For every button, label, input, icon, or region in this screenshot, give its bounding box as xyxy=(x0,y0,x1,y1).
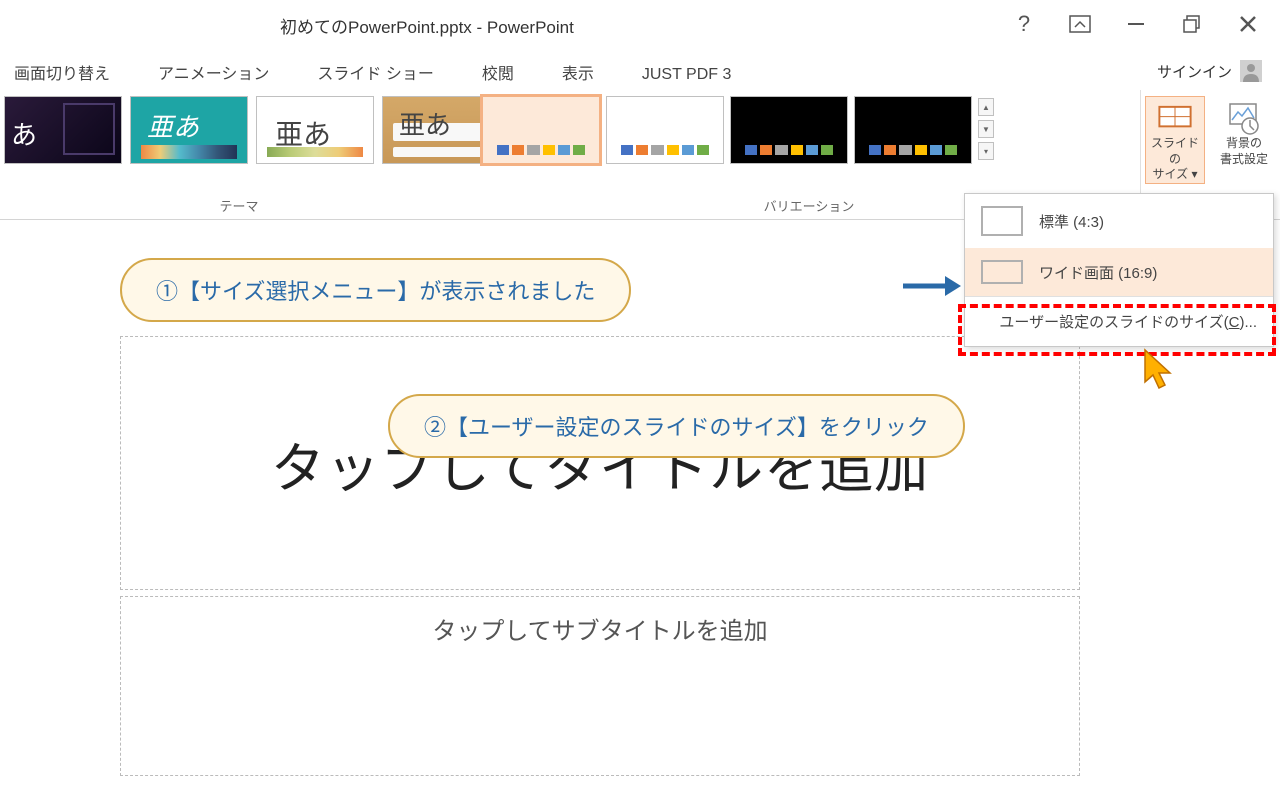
slide-size-button[interactable]: スライドのサイズ ▾ xyxy=(1145,96,1205,184)
minimize-icon[interactable] xyxy=(1124,12,1148,36)
theme-option[interactable]: 亜あ xyxy=(130,96,248,164)
close-icon[interactable] xyxy=(1236,12,1260,36)
slide-size-label: スライドのサイズ ▾ xyxy=(1146,136,1204,183)
app-title: 初めてのPowerPoint.pptx - PowerPoint xyxy=(280,13,574,38)
ribbon-display-options-icon[interactable] xyxy=(1068,12,1092,36)
dropdown-item-wide[interactable]: ワイド画面 (16:9) xyxy=(965,248,1273,296)
slide-size-dropdown: 標準 (4:3) ワイド画面 (16:9) ユーザー設定のスライドのサイズ(C)… xyxy=(964,193,1274,347)
tab-review[interactable]: 校閲 xyxy=(478,54,518,90)
window-controls: ? xyxy=(1012,12,1260,36)
variation-option[interactable] xyxy=(730,96,848,164)
variation-gallery xyxy=(482,96,972,164)
scroll-down-icon[interactable]: ▼ xyxy=(978,120,994,138)
theme-gallery: あ 亜あ 亜あ 亜あ xyxy=(4,96,500,164)
tab-justpdf[interactable]: JUST PDF 3 xyxy=(638,60,736,90)
ribbon-tabs: 画面切り替え アニメーション スライド ショー 校閲 表示 JUST PDF 3 xyxy=(0,50,1280,90)
tab-animation[interactable]: アニメーション xyxy=(154,54,273,90)
dropdown-item-standard[interactable]: 標準 (4:3) xyxy=(965,194,1273,248)
bg-format-label: 背景の書式設定 xyxy=(1220,136,1268,167)
sign-in[interactable]: サインイン xyxy=(1157,60,1262,82)
theme-option[interactable]: あ xyxy=(4,96,122,164)
cursor-pointer-icon xyxy=(1140,348,1180,398)
annotation-arrow-icon xyxy=(903,272,961,300)
restore-icon[interactable] xyxy=(1180,12,1204,36)
group-themes: あ 亜あ 亜あ 亜あ ▲ ▼ ▾ テーマ xyxy=(0,90,478,219)
group-label-themes: テーマ xyxy=(4,192,474,219)
expand-gallery-icon[interactable]: ▾ xyxy=(978,142,994,160)
sign-in-label: サインイン xyxy=(1157,61,1232,82)
help-icon[interactable]: ? xyxy=(1012,12,1036,36)
variation-option[interactable] xyxy=(854,96,972,164)
annotation-callout-1: ①【サイズ選択メニュー】が表示されました xyxy=(120,258,631,322)
callout-text: ②【ユーザー設定のスライドのサイズ】をクリック xyxy=(424,415,929,440)
variation-option[interactable] xyxy=(482,96,600,164)
callout-text: ①【サイズ選択メニュー】が表示されました xyxy=(156,279,595,304)
variation-option[interactable] xyxy=(606,96,724,164)
aspect-16-9-icon xyxy=(981,260,1023,284)
theme-option[interactable]: 亜あ xyxy=(256,96,374,164)
title-placeholder[interactable]: タップしてタイトルを追加 xyxy=(120,336,1080,590)
background-format-button[interactable]: 背景の書式設定 xyxy=(1214,96,1274,184)
variation-gallery-spinner: ▲ ▼ ▾ xyxy=(978,98,994,160)
subtitle-placeholder-text: タップしてサブタイトルを追加 xyxy=(121,611,1079,646)
title-bar: 初めてのPowerPoint.pptx - PowerPoint ? xyxy=(0,0,1280,50)
annotation-callout-2: ②【ユーザー設定のスライドのサイズ】をクリック xyxy=(388,394,965,458)
dropdown-item-label: 標準 (4:3) xyxy=(1039,211,1104,232)
scroll-up-icon[interactable]: ▲ xyxy=(978,98,994,116)
subtitle-placeholder[interactable]: タップしてサブタイトルを追加 xyxy=(120,596,1080,776)
dropdown-item-label: ワイド画面 (16:9) xyxy=(1039,262,1157,283)
dropdown-item-custom-size[interactable]: ユーザー設定のスライドのサイズ(C)... xyxy=(965,296,1273,346)
aspect-4-3-icon xyxy=(981,206,1023,236)
avatar-icon xyxy=(1240,60,1262,82)
tab-view[interactable]: 表示 xyxy=(558,54,598,90)
tab-slideshow[interactable]: スライド ショー xyxy=(313,54,437,90)
tab-transition[interactable]: 画面切り替え xyxy=(10,54,114,90)
